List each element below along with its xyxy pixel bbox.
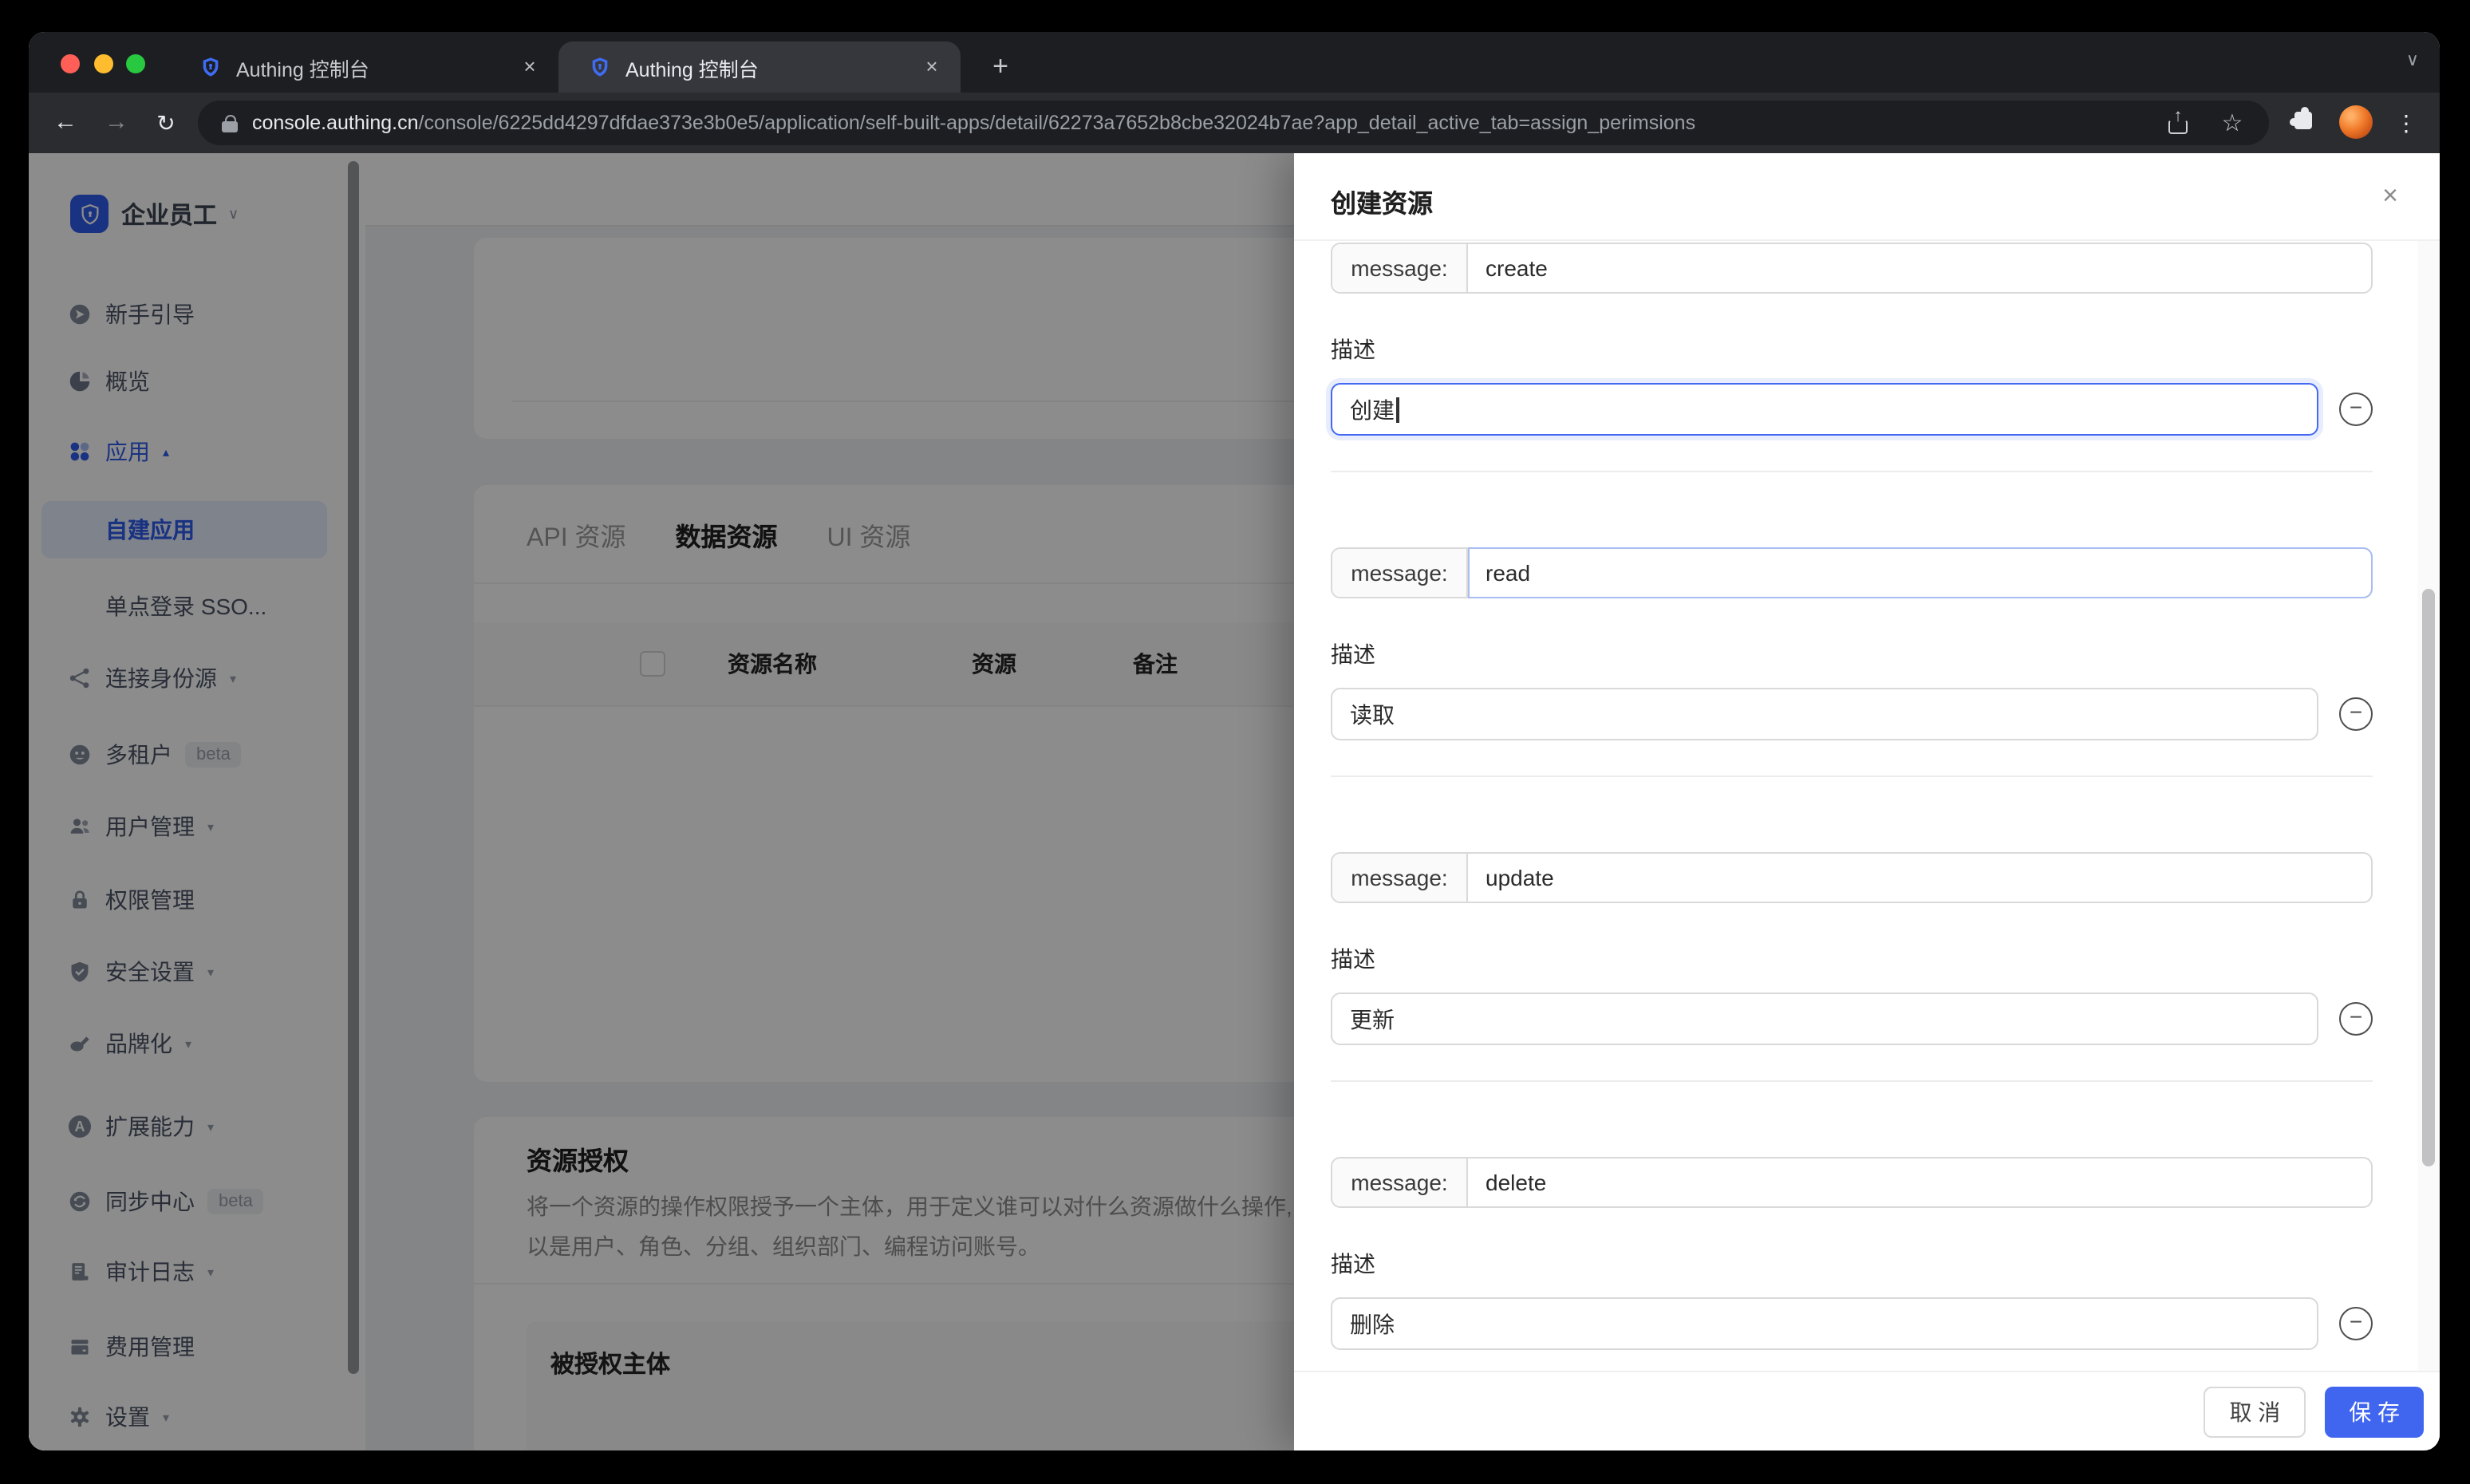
url-path: /console/6225dd4297dfdae373e3b0e5/applic… [419,112,1696,134]
message-input-delete[interactable]: delete [1468,1158,2371,1206]
drawer-header: 创建资源 × [1294,153,2440,241]
tab-close-icon[interactable]: × [919,54,945,80]
description-label: 描述 [1331,637,2373,672]
remove-row-icon[interactable]: − [2339,1307,2373,1340]
message-input-update[interactable]: update [1468,854,2371,902]
share-icon[interactable]: ↑ [2167,111,2189,135]
window-zoom-button[interactable] [126,54,145,73]
description-label: 描述 [1331,1246,2373,1281]
close-icon[interactable]: × [2374,180,2406,212]
authing-favicon [589,56,611,78]
extensions-icon[interactable] [2293,110,2314,131]
message-prefix: message: [1332,244,1468,292]
url-host: console.authing.cn [252,112,419,134]
drawer-scrollbar-thumb[interactable] [2422,589,2435,1166]
forward-button[interactable]: → [99,105,134,140]
message-group-update: message: update [1331,852,2373,903]
address-bar[interactable]: console.authing.cn/console/6225dd4297dfd… [198,101,2269,145]
message-prefix: message: [1332,854,1468,902]
message-group-delete: message: delete [1331,1157,2373,1208]
browser-tab-strip: Authing 控制台 × Authing 控制台 × + ∨ [29,32,2440,93]
tab-title: Authing 控制台 [236,52,517,82]
drawer-title: 创建资源 [1331,182,1433,220]
authing-favicon [199,56,222,78]
browser-toolbar: ← → ↻ console.authing.cn/console/6225dd4… [29,93,2440,153]
window-minimize-button[interactable] [94,54,113,73]
tab-close-icon[interactable]: × [517,54,543,80]
drawer-scrollbar-track[interactable] [2417,241,2440,1371]
window-close-button[interactable] [61,54,80,73]
remove-row-icon[interactable]: − [2339,1002,2373,1036]
cancel-button[interactable]: 取 消 [2204,1386,2306,1437]
tab-search-chevron-icon[interactable]: ∨ [2406,49,2419,70]
new-tab-button[interactable]: + [983,49,1018,85]
text-caret [1396,397,1399,422]
remove-row-icon[interactable]: − [2339,393,2373,426]
browser-tab-2-active[interactable]: Authing 控制台 × [558,41,961,93]
description-label: 描述 [1331,941,2373,977]
save-button[interactable]: 保 存 [2325,1386,2424,1437]
reload-button[interactable]: ↻ [148,105,183,140]
description-input-delete[interactable]: 删除 [1331,1297,2318,1350]
description-label: 描述 [1331,332,2373,367]
lock-icon [222,114,238,132]
message-prefix: message: [1332,1158,1468,1206]
description-input-create[interactable]: 创建 [1331,383,2318,436]
description-input-read[interactable]: 读取 [1331,688,2318,740]
message-prefix: message: [1332,549,1468,597]
browser-window: Authing 控制台 × Authing 控制台 × + ∨ ← → ↻ co… [29,32,2440,1450]
message-input-create[interactable]: create [1468,244,2371,292]
browser-menu-icon[interactable]: ⋮ [2393,105,2419,140]
description-input-update[interactable]: 更新 [1331,993,2318,1045]
message-input-read[interactable]: read [1468,547,2373,598]
create-resource-drawer: 创建资源 × message: create 描述 创建 − messag [1294,153,2440,1450]
message-group-create: message: create [1331,243,2373,294]
screenshot-stage: Authing 控制台 × Authing 控制台 × + ∨ ← → ↻ co… [0,0,2470,1484]
remove-row-icon[interactable]: − [2339,697,2373,731]
console-page: 企业员工 ∨ 新手引导 概览 应用 ▴ 自建应用 单点登录 SSO... [29,153,2440,1450]
bookmark-star-icon[interactable]: ☆ [2218,109,2247,137]
back-button[interactable]: ← [48,105,83,140]
drawer-body: message: create 描述 创建 − message: read 描述… [1294,241,2440,1371]
url-text: console.authing.cn/console/6225dd4297dfd… [252,112,2167,134]
tab-title: Authing 控制台 [625,52,919,82]
drawer-footer: 取 消 保 存 [1294,1371,2440,1450]
browser-tab-1[interactable]: Authing 控制台 × [169,41,558,93]
profile-avatar[interactable] [2339,105,2373,139]
message-group-read: message: read [1331,547,2373,598]
